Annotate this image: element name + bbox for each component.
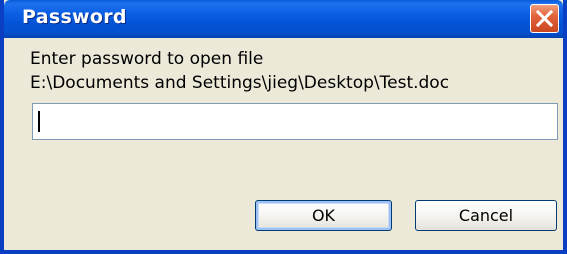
ok-button[interactable]: OK [255, 200, 392, 231]
password-dialog: Password Enter password to open file E:\… [0, 0, 567, 254]
title-bar[interactable]: Password [4, 0, 563, 38]
text-caret [38, 111, 40, 132]
close-button[interactable] [530, 4, 559, 33]
file-path-label: E:\Documents and Settings\jieg\Desktop\T… [30, 73, 450, 93]
prompt-label: Enter password to open file [30, 49, 264, 69]
close-icon [536, 10, 553, 27]
password-input[interactable] [32, 103, 558, 140]
window-title: Password [22, 6, 127, 28]
cancel-button[interactable]: Cancel [415, 200, 557, 231]
